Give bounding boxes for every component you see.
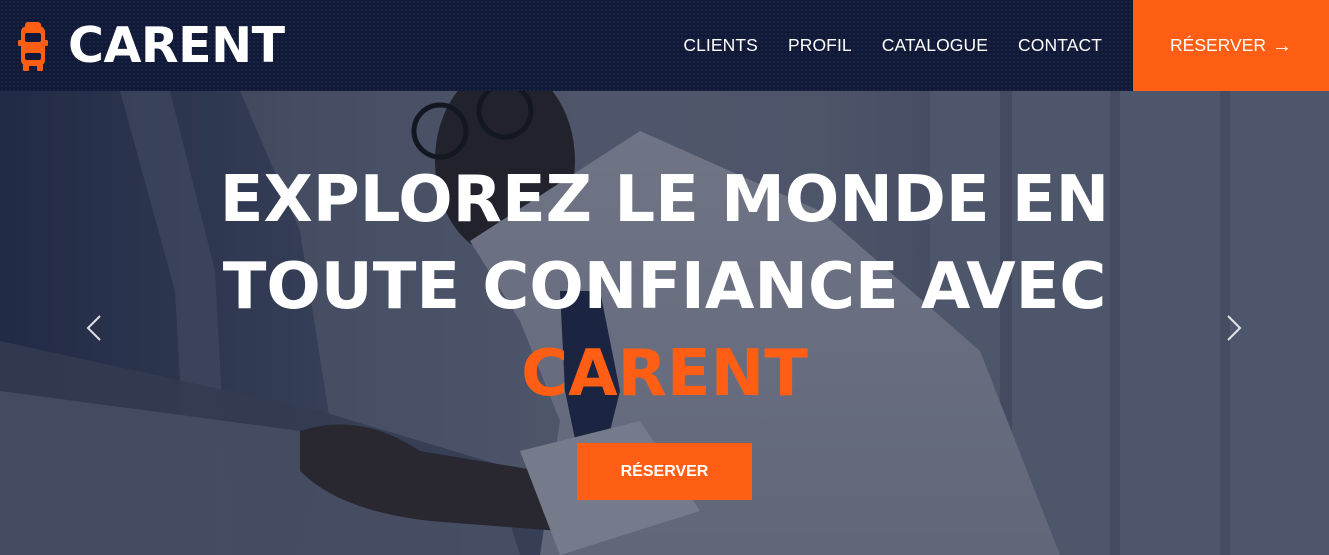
navbar: CARENT CLIENTS PROFIL CATALOGUE CONTACT …: [0, 0, 1329, 91]
main-nav: CLIENTS PROFIL CATALOGUE CONTACT: [653, 0, 1102, 91]
chevron-right-icon[interactable]: [1222, 313, 1246, 343]
hero-title-line2: TOUTE CONFIANCE AVEC: [222, 250, 1107, 324]
arrow-right-icon: →: [1271, 34, 1292, 57]
nav-reserve-label: RÉSERVER: [1170, 35, 1266, 55]
nav-link-contact[interactable]: CONTACT: [1018, 35, 1102, 56]
nav-reserve-button[interactable]: RÉSERVER →: [1133, 0, 1329, 91]
car-front-icon: [18, 21, 48, 71]
hero-reserve-button[interactable]: RÉSERVER: [577, 443, 752, 500]
hero-title-accent: CARENT: [521, 337, 808, 411]
nav-link-clients[interactable]: CLIENTS: [683, 35, 758, 56]
brand-name: CARENT: [68, 17, 285, 74]
chevron-left-icon[interactable]: [82, 313, 106, 343]
brand-logo-link[interactable]: CARENT: [18, 0, 285, 91]
nav-link-profil[interactable]: PROFIL: [788, 35, 852, 56]
hero-title-line1: EXPLOREZ LE MONDE EN: [219, 163, 1110, 237]
hero-title: EXPLOREZ LE MONDE EN TOUTE CONFIANCE AVE…: [0, 157, 1329, 418]
nav-link-catalogue[interactable]: CATALOGUE: [882, 35, 988, 56]
hero-carousel: EXPLOREZ LE MONDE EN TOUTE CONFIANCE AVE…: [0, 91, 1329, 555]
